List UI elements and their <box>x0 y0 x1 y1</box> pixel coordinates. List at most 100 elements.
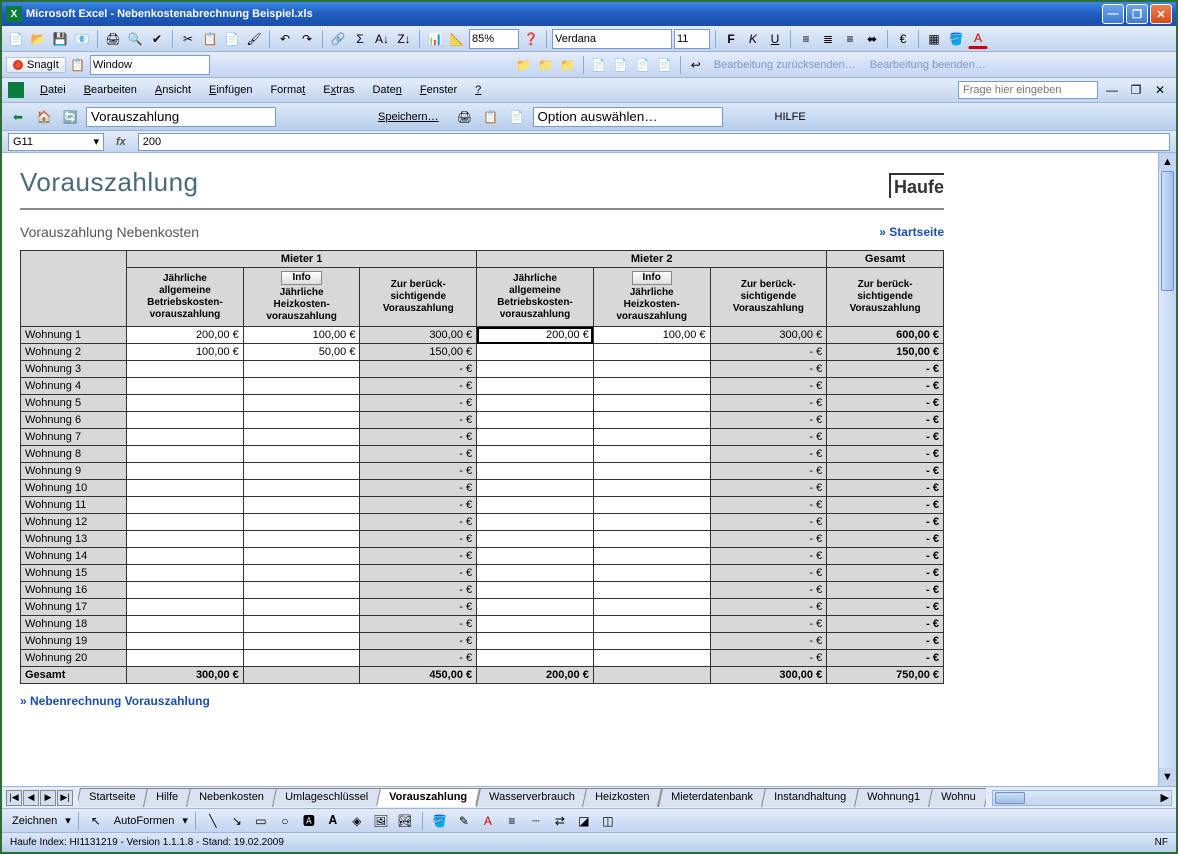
chart-icon[interactable]: 📊 <box>425 29 445 49</box>
hscroll-thumb[interactable] <box>995 792 1025 804</box>
sheet-tab[interactable]: Umlageschlüssel <box>272 788 381 807</box>
cell-m2h[interactable] <box>593 429 710 446</box>
folder-icon[interactable]: 📁 <box>514 55 534 75</box>
nav-hilfe-link[interactable]: HILFE <box>765 109 816 125</box>
cell-m1a[interactable] <box>127 633 244 650</box>
menu-file[interactable]: Datei <box>32 82 74 98</box>
print-preview-icon[interactable]: 🔍 <box>125 29 145 49</box>
drawing-menu[interactable]: Zeichnen <box>8 815 61 827</box>
mail-icon[interactable]: 📧 <box>72 29 92 49</box>
horizontal-scrollbar[interactable]: ▶ <box>992 790 1172 806</box>
cell-m1a[interactable] <box>127 548 244 565</box>
underline-icon[interactable]: U <box>765 29 785 49</box>
cell-m1a[interactable] <box>127 361 244 378</box>
cell-m1h[interactable] <box>243 548 360 565</box>
undo-icon[interactable]: ↶ <box>275 29 295 49</box>
shadow-icon[interactable]: ◪ <box>574 811 594 831</box>
cell-m2a[interactable] <box>477 616 594 633</box>
cell-m1h[interactable] <box>243 378 360 395</box>
nav-dropdown-1[interactable] <box>86 107 276 127</box>
zoom-combo[interactable] <box>469 29 519 49</box>
cut-icon[interactable]: ✂ <box>178 29 198 49</box>
tab-prev-icon[interactable]: ◀ <box>23 790 39 806</box>
wordart-icon[interactable]: 𝐀 <box>323 811 343 831</box>
sheet-tab[interactable]: Mieterdatenbank <box>658 788 766 807</box>
menu-data[interactable]: Daten <box>364 82 409 98</box>
menu-insert[interactable]: Einfügen <box>201 82 260 98</box>
doc-minimize-icon[interactable]: — <box>1102 80 1122 100</box>
doc3-icon[interactable]: 📄 <box>633 55 653 75</box>
cell-m2h[interactable] <box>593 650 710 667</box>
reply-icon[interactable]: ↩ <box>686 55 706 75</box>
nav-dropdown-2[interactable] <box>533 107 723 127</box>
cell-m1a[interactable] <box>127 531 244 548</box>
sheet-tab[interactable]: Instandhaltung <box>761 788 859 807</box>
cell-m2a[interactable] <box>477 378 594 395</box>
cell-m2a[interactable] <box>477 395 594 412</box>
font-size-combo[interactable] <box>674 29 710 49</box>
worksheet[interactable]: Vorauszahlung Haufe Vorauszahlung Nebenk… <box>2 153 1158 786</box>
cell-m2h[interactable] <box>593 599 710 616</box>
sheet-tab[interactable]: Wohnung1 <box>854 788 933 807</box>
paste-icon[interactable]: 📄 <box>222 29 242 49</box>
nav-print-icon[interactable]: 🖨 <box>455 107 475 127</box>
help-icon[interactable]: ❓ <box>521 29 541 49</box>
tab-last-icon[interactable]: ▶| <box>57 790 73 806</box>
cell-m2a[interactable] <box>477 361 594 378</box>
cell-m1h[interactable] <box>243 361 360 378</box>
copy-icon[interactable]: 📋 <box>200 29 220 49</box>
ask-question-input[interactable] <box>958 81 1098 99</box>
spelling-icon[interactable]: ✔ <box>147 29 167 49</box>
cell-m2a[interactable] <box>477 429 594 446</box>
startseite-link[interactable]: » Startseite <box>879 225 944 239</box>
doc1-icon[interactable]: 📄 <box>589 55 609 75</box>
menu-format[interactable]: Format <box>262 82 313 98</box>
cell-m2h[interactable] <box>593 633 710 650</box>
cell-m2a[interactable] <box>477 497 594 514</box>
sheet-tab[interactable]: Heizkosten <box>582 788 662 807</box>
sheet-tab[interactable]: Wasserverbrauch <box>475 788 587 807</box>
doc-restore-icon[interactable]: ❐ <box>1126 80 1146 100</box>
nav-paste-icon[interactable]: 📄 <box>507 107 527 127</box>
scroll-thumb[interactable] <box>1161 171 1174 291</box>
font-name-combo[interactable] <box>552 29 672 49</box>
oval-icon[interactable]: ○ <box>275 811 295 831</box>
menu-help[interactable]: ? <box>467 82 489 98</box>
cell-m1h[interactable] <box>243 395 360 412</box>
cell-m1a[interactable] <box>127 412 244 429</box>
menu-window[interactable]: Fenster <box>412 82 465 98</box>
merge-icon[interactable]: ⬌ <box>862 29 882 49</box>
select-icon[interactable]: ↖ <box>86 811 106 831</box>
folder2-icon[interactable]: 📁 <box>536 55 556 75</box>
cell-m1a[interactable] <box>127 599 244 616</box>
cell-m2h[interactable] <box>593 616 710 633</box>
cell-m1a[interactable] <box>127 514 244 531</box>
close-button[interactable]: ✕ <box>1150 4 1172 24</box>
picture-icon[interactable]: 🏞 <box>395 811 415 831</box>
cell-m2h[interactable] <box>593 446 710 463</box>
clipart-icon[interactable]: 🖼 <box>371 811 391 831</box>
hyperlink-icon[interactable]: 🔗 <box>328 29 348 49</box>
nav-save-link[interactable]: Speichern… <box>368 109 449 125</box>
nebenrechnung-link[interactable]: » Nebenrechnung Vorauszahlung <box>20 684 944 718</box>
bearbeitung-end[interactable]: Bearbeitung beenden… <box>864 59 992 71</box>
fill-icon[interactable]: 🪣 <box>430 811 450 831</box>
borders-icon[interactable]: ▦ <box>924 29 944 49</box>
tab-next-icon[interactable]: ▶ <box>40 790 56 806</box>
cell-m1a[interactable] <box>127 480 244 497</box>
menu-view[interactable]: Ansicht <box>147 82 199 98</box>
print-icon[interactable]: 🖨 <box>103 29 123 49</box>
cell-m1h[interactable]: 100,00 € <box>243 327 360 344</box>
cell-m1h[interactable] <box>243 599 360 616</box>
cell-m1h[interactable] <box>243 412 360 429</box>
cell-m1a[interactable]: 100,00 € <box>127 344 244 361</box>
redo-icon[interactable]: ↷ <box>297 29 317 49</box>
cell-m2h[interactable] <box>593 480 710 497</box>
menu-edit[interactable]: Bearbeiten <box>76 82 145 98</box>
nav-home-icon[interactable]: 🏠 <box>34 107 54 127</box>
cell-m1h[interactable] <box>243 582 360 599</box>
cell-m1a[interactable] <box>127 497 244 514</box>
cell-m2h[interactable] <box>593 548 710 565</box>
font-color-2-icon[interactable]: A <box>478 811 498 831</box>
line-icon[interactable]: ╲ <box>203 811 223 831</box>
